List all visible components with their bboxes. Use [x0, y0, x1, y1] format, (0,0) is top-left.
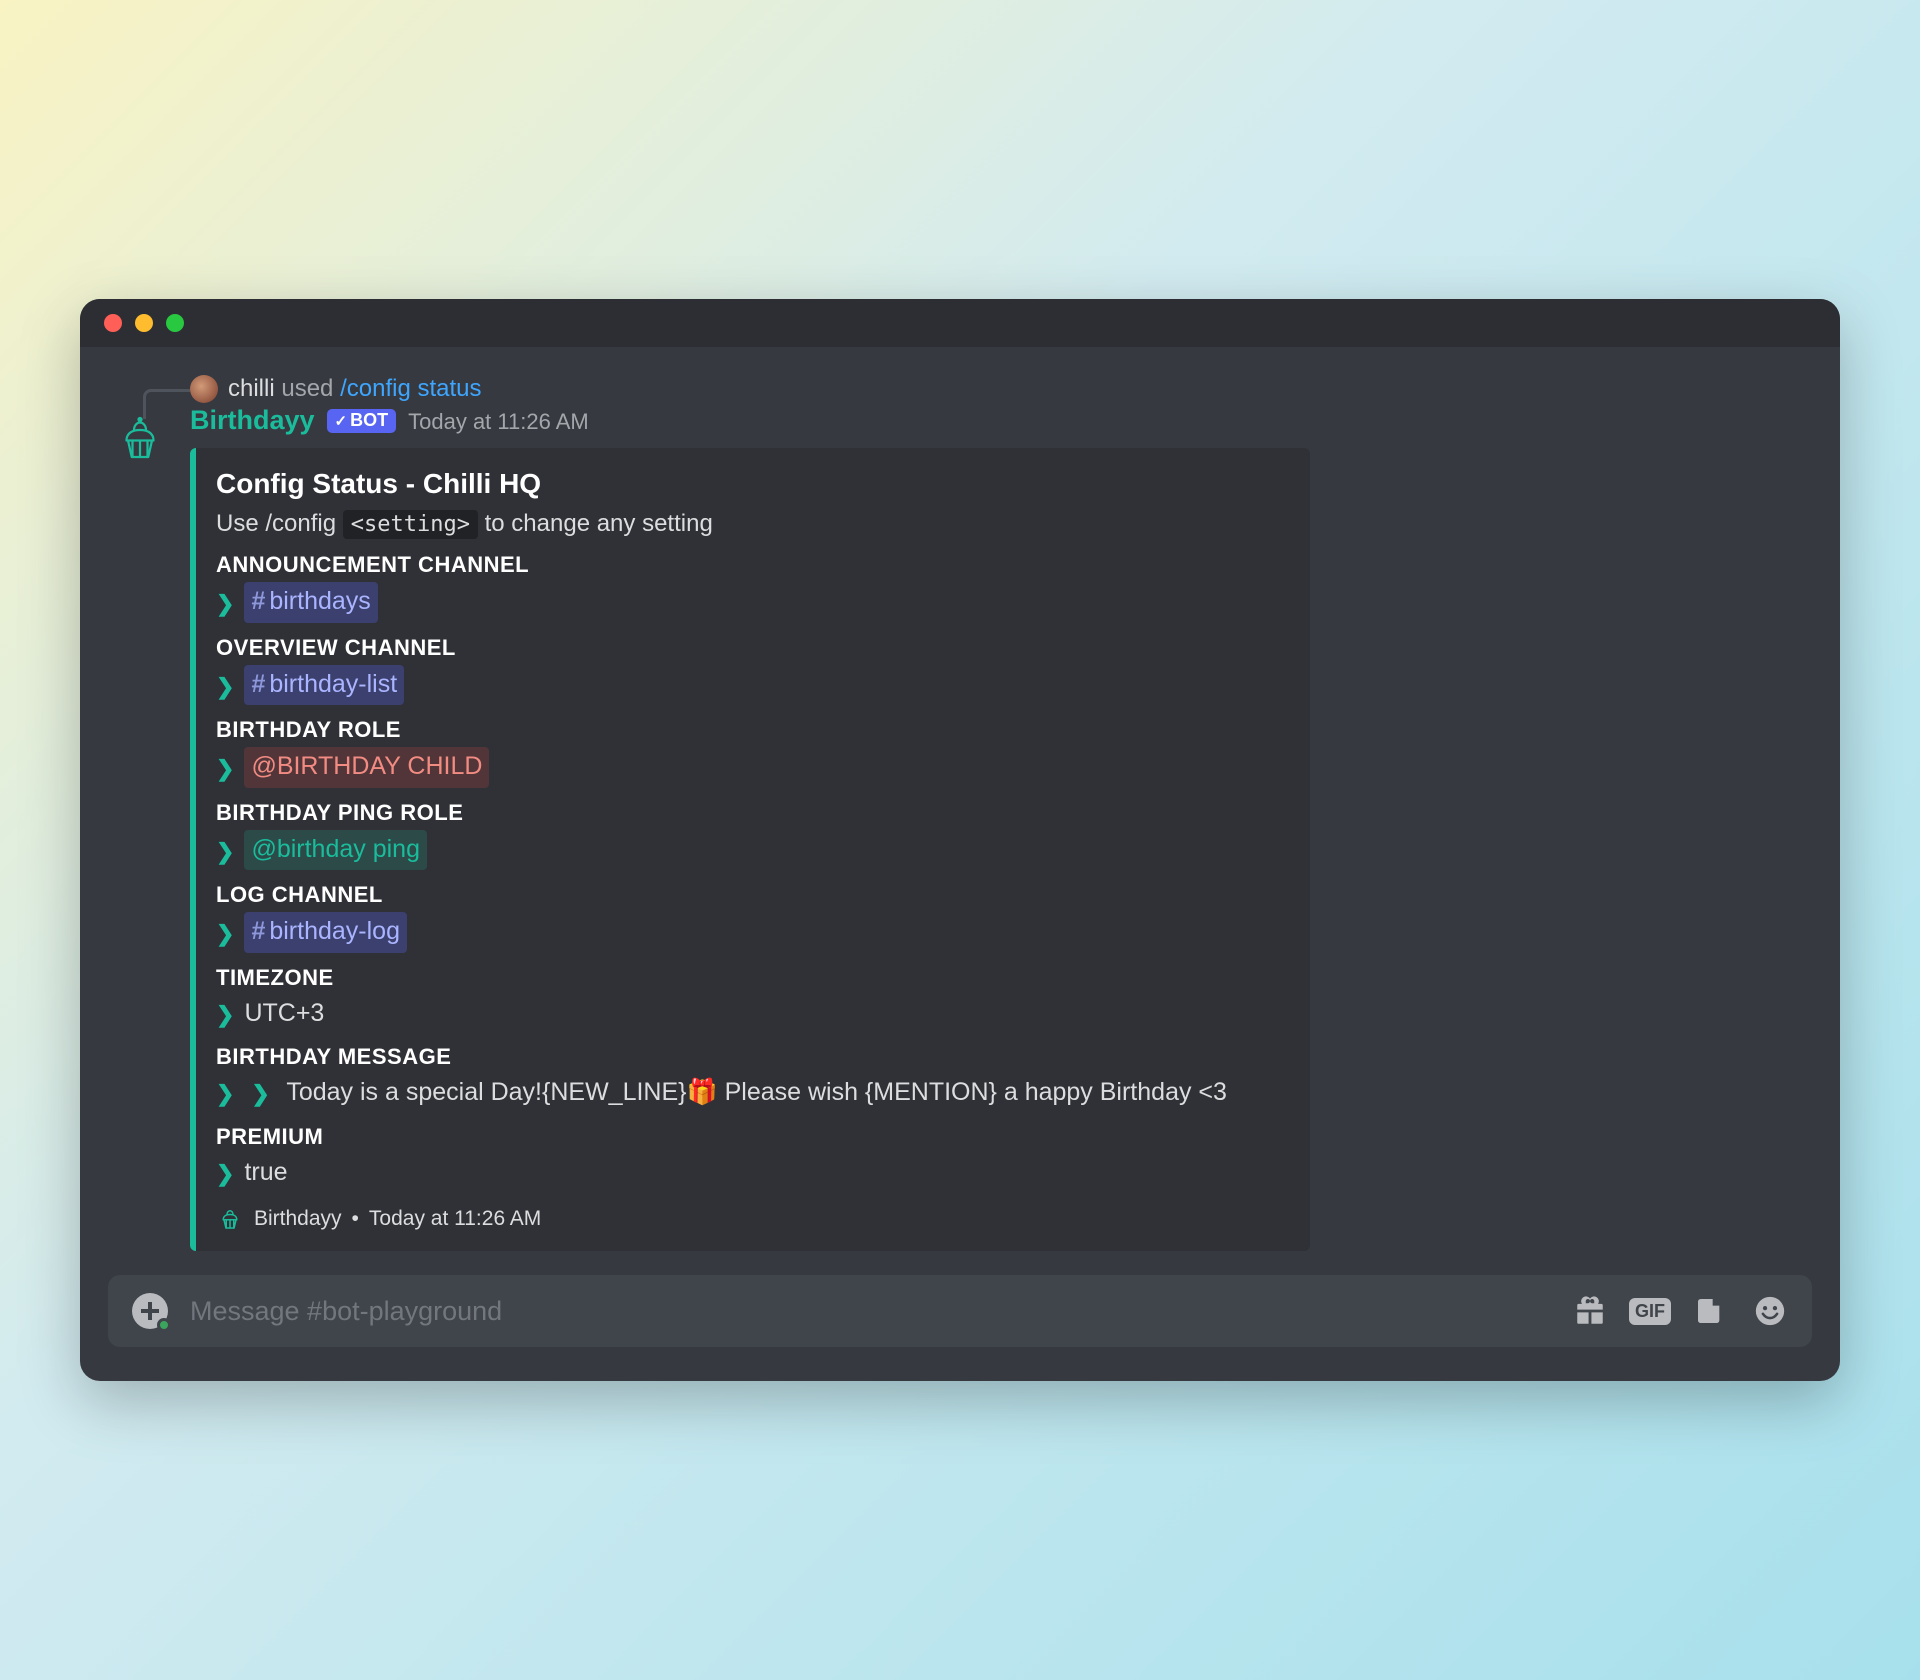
emoji-button[interactable]: [1752, 1293, 1788, 1329]
composer-area: GIF: [80, 1275, 1840, 1381]
nitro-dot-icon: [157, 1318, 171, 1332]
code-setting: <setting>: [343, 510, 478, 539]
channel-messages: chilli used /config status Birthdayy BOT: [80, 347, 1840, 1276]
composer-actions: GIF: [1572, 1293, 1788, 1329]
field-log-channel: LOG CHANNEL #birthday-log: [216, 882, 1284, 953]
field-premium: PREMIUM true: [216, 1124, 1284, 1192]
footer-sep: •: [352, 1207, 359, 1231]
field-overview-channel: OVERVIEW CHANNEL #birthday-list: [216, 635, 1284, 706]
field-birthday-message: BIRTHDAY MESSAGE Today is a special Day!…: [216, 1044, 1284, 1112]
message-composer: GIF: [108, 1275, 1812, 1347]
message-body: Birthdayy BOT Today at 11:26 AM Config S…: [190, 405, 1812, 1252]
bot-badge: BOT: [327, 409, 397, 433]
message-timestamp: Today at 11:26 AM: [408, 409, 589, 435]
field-timezone: TIMEZONE UTC+3: [216, 965, 1284, 1033]
titlebar: [80, 299, 1840, 347]
message-header: Birthdayy BOT Today at 11:26 AM: [190, 405, 1812, 437]
footer-cupcake-icon: [216, 1205, 244, 1233]
footer-time: Today at 11:26 AM: [369, 1207, 541, 1231]
reply-command[interactable]: /config status: [340, 375, 481, 403]
birthday-message-value: Today is a special Day!{NEW_LINE}🎁 Pleas…: [286, 1078, 1227, 1106]
arrow-icon: [216, 670, 234, 703]
reply-username: chilli: [228, 375, 275, 403]
gift-icon: [1573, 1294, 1607, 1328]
field-birthday-role: BIRTHDAY ROLE @BIRTHDAY CHILD: [216, 717, 1284, 788]
arrow-icon: [216, 998, 234, 1031]
arrow-icon: [216, 835, 234, 868]
author-name[interactable]: Birthdayy: [190, 405, 315, 436]
channel-mention[interactable]: #birthday-log: [244, 912, 407, 953]
arrow-icon: [216, 752, 234, 785]
attach-button[interactable]: [132, 1293, 168, 1329]
arrow-icon: [251, 1081, 269, 1106]
embed-description: Use /config <setting> to change any sett…: [216, 510, 1284, 538]
emoji-icon: [1753, 1294, 1787, 1328]
arrow-icon: [216, 917, 234, 950]
gift-button[interactable]: [1572, 1293, 1608, 1329]
gif-icon: GIF: [1629, 1298, 1671, 1325]
reply-context[interactable]: chilli used /config status: [190, 375, 1812, 403]
message-input[interactable]: [190, 1296, 1550, 1327]
premium-value: true: [244, 1154, 287, 1192]
embed-footer: Birthdayy • Today at 11:26 AM: [216, 1205, 1284, 1233]
role-mention[interactable]: @birthday ping: [244, 830, 427, 871]
sticker-button[interactable]: [1692, 1293, 1728, 1329]
cupcake-icon: [116, 415, 164, 463]
timezone-value: UTC+3: [244, 995, 324, 1033]
arrow-icon: [216, 587, 234, 620]
window-zoom-button[interactable]: [166, 314, 184, 332]
window-close-button[interactable]: [104, 314, 122, 332]
footer-name: Birthdayy: [254, 1207, 342, 1231]
reply-action: used: [275, 375, 340, 403]
field-announcement-channel: ANNOUNCEMENT CHANNEL #birthdays: [216, 552, 1284, 623]
embed-title: Config Status - Chilli HQ: [216, 468, 1284, 500]
arrow-icon: [216, 1081, 234, 1106]
field-birthday-ping-role: BIRTHDAY PING ROLE @birthday ping: [216, 800, 1284, 871]
channel-mention[interactable]: #birthday-list: [244, 665, 404, 706]
reply-spine: [143, 389, 190, 419]
message-row: Birthdayy BOT Today at 11:26 AM Config S…: [108, 405, 1812, 1252]
sticker-icon: [1694, 1295, 1726, 1327]
reply-avatar: [190, 375, 218, 403]
embed-card: Config Status - Chilli HQ Use /config <s…: [190, 448, 1310, 1251]
role-mention[interactable]: @BIRTHDAY CHILD: [244, 747, 489, 788]
window-minimize-button[interactable]: [135, 314, 153, 332]
arrow-icon: [216, 1157, 234, 1190]
app-window: chilli used /config status Birthdayy BOT: [80, 299, 1840, 1382]
channel-mention[interactable]: #birthdays: [244, 582, 377, 623]
gif-button[interactable]: GIF: [1632, 1293, 1668, 1329]
